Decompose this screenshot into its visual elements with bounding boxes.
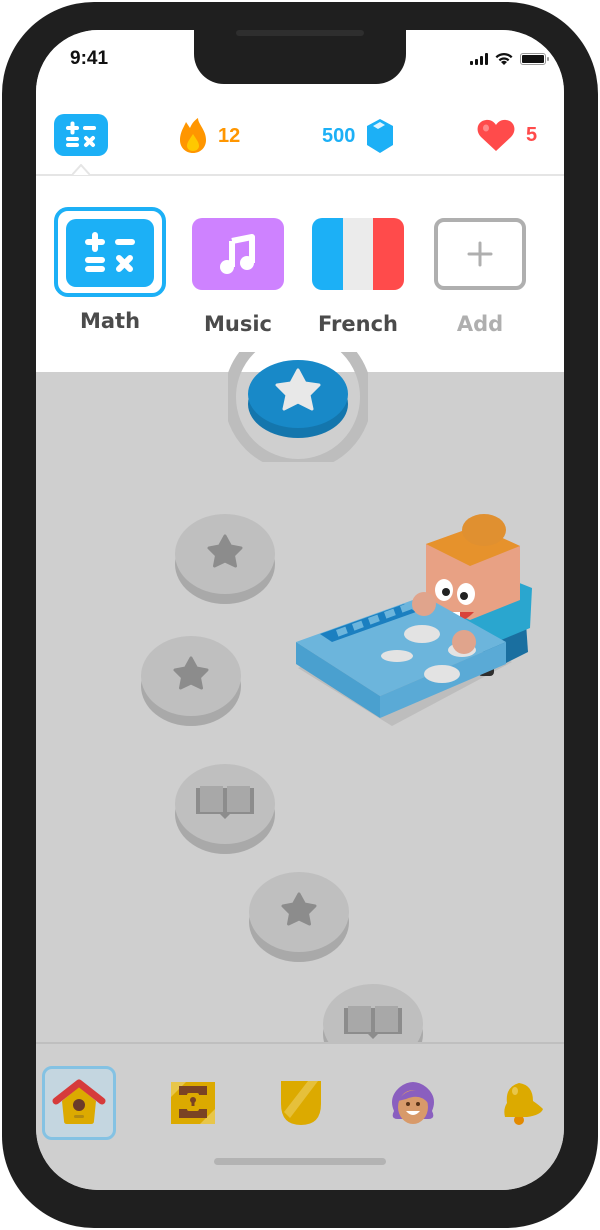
course-math[interactable]: Math — [54, 206, 166, 333]
tab-profile[interactable] — [376, 1066, 450, 1140]
shield-icon — [281, 1081, 321, 1125]
stats-bar: 12 500 5 — [36, 108, 564, 170]
speaker — [236, 30, 364, 36]
path-node-locked-star[interactable] — [248, 870, 350, 964]
current-course-button[interactable] — [54, 114, 108, 156]
music-tile — [192, 218, 284, 290]
course-label: Music — [204, 312, 272, 336]
hearts-value: 5 — [526, 123, 538, 146]
character-calculator-illustration — [296, 514, 532, 726]
status-icons — [470, 52, 549, 66]
course-music[interactable]: Music — [188, 206, 288, 336]
streak-value: 12 — [218, 124, 241, 147]
course-label: French — [318, 312, 398, 336]
gems-counter[interactable]: 500 — [322, 118, 395, 154]
france-flag-icon — [312, 218, 404, 290]
course-switcher: Math Music French Add — [36, 206, 564, 356]
tab-notifications[interactable] — [484, 1066, 558, 1140]
flame-icon — [180, 118, 206, 153]
header-divider — [36, 174, 564, 176]
battery-icon — [520, 53, 549, 65]
path-node-current[interactable] — [228, 352, 368, 462]
course-label: Add — [456, 312, 504, 336]
math-symbols-icon — [85, 232, 135, 272]
plus-icon — [467, 241, 493, 267]
add-course-button[interactable]: Add — [430, 206, 530, 336]
avatar-icon — [392, 1082, 434, 1124]
course-label: Math — [79, 309, 141, 333]
dropdown-caret — [72, 164, 90, 176]
learning-path — [36, 352, 564, 1074]
bottom-tabbar — [36, 1044, 564, 1190]
tab-home[interactable] — [42, 1066, 116, 1140]
gems-value: 500 — [322, 124, 356, 147]
cellular-signal-icon — [470, 53, 488, 65]
screen: 9:41 12 500 5 Math Music French Add — [36, 30, 564, 1190]
hearts-counter[interactable]: 5 — [476, 118, 537, 152]
math-tile — [66, 219, 154, 287]
path-node-locked-star[interactable] — [174, 512, 276, 606]
tab-chest[interactable] — [156, 1066, 230, 1140]
gem-icon — [367, 119, 394, 153]
status-time: 9:41 — [70, 48, 109, 69]
path-node-locked-book[interactable] — [174, 762, 276, 856]
streak-counter[interactable]: 12 — [178, 118, 240, 154]
wifi-icon — [495, 52, 513, 65]
heart-icon — [477, 119, 515, 151]
birdhouse-icon — [52, 1079, 106, 1124]
tab-leagues[interactable] — [264, 1066, 338, 1140]
music-note-icon — [220, 234, 255, 274]
course-french[interactable]: French — [308, 206, 408, 336]
math-symbols-icon — [66, 121, 96, 147]
add-tile — [434, 218, 526, 290]
home-indicator[interactable] — [214, 1158, 386, 1165]
bell-icon — [504, 1083, 543, 1125]
treasure-chest-icon — [171, 1082, 215, 1124]
path-node-locked-star[interactable] — [140, 634, 242, 728]
